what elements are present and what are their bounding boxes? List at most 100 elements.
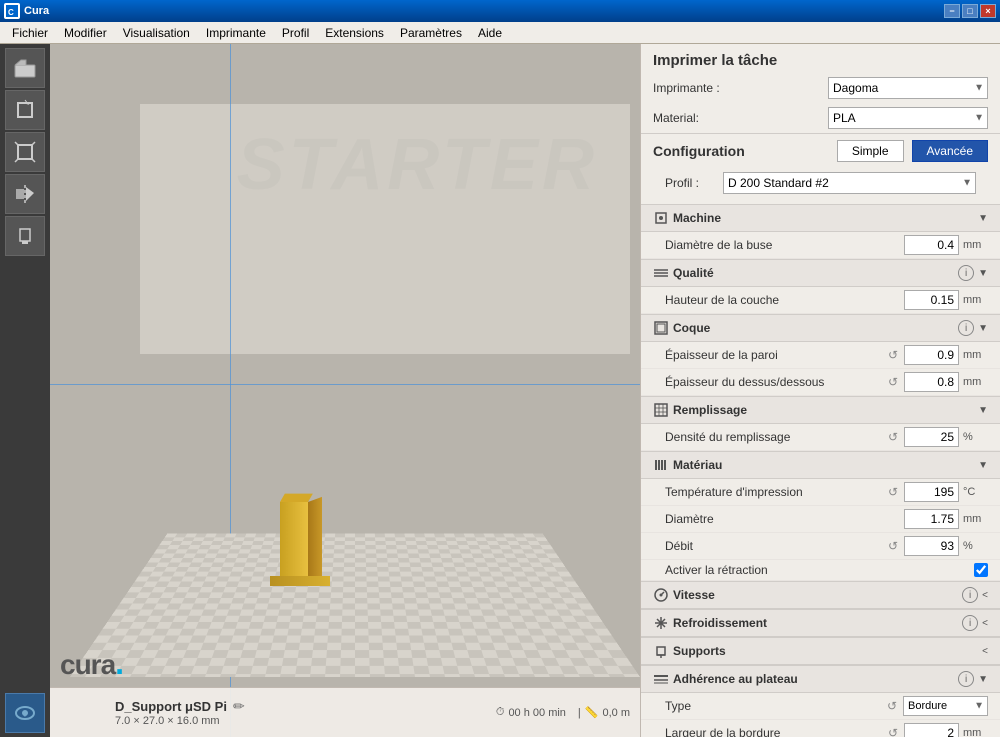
time-icon: ⏱ xyxy=(496,706,505,719)
printer-label: Imprimante : xyxy=(653,81,820,95)
vitesse-section-header[interactable]: Vitesse i < xyxy=(641,581,1000,609)
type-reset[interactable]: ↺ xyxy=(885,699,899,713)
coque-info-icon[interactable]: i xyxy=(958,320,974,336)
materiau-label: Matériau xyxy=(673,458,974,472)
menu-imprimante[interactable]: Imprimante xyxy=(198,24,274,42)
menu-extensions[interactable]: Extensions xyxy=(317,24,392,42)
config-label: Configuration xyxy=(653,143,829,159)
vitesse-chevron: < xyxy=(982,590,988,601)
top-bottom-reset[interactable]: ↺ xyxy=(886,375,900,389)
menu-fichier[interactable]: Fichier xyxy=(4,24,56,42)
remplissage-label: Remplissage xyxy=(673,403,974,417)
debit-reset[interactable]: ↺ xyxy=(886,539,900,553)
adherence-section-header[interactable]: Adhérence au plateau i ▼ xyxy=(641,665,1000,693)
wall-thickness-input[interactable] xyxy=(904,345,959,365)
retraction-checkbox[interactable] xyxy=(974,563,988,577)
type-select[interactable]: Bordure xyxy=(903,696,988,716)
right-panel: Imprimer la tâche Imprimante : Dagoma ▼ … xyxy=(640,44,1000,737)
type-row: Type ↺ Bordure ▼ xyxy=(641,693,1000,720)
quality-info-icon[interactable]: i xyxy=(958,265,974,281)
window-controls[interactable]: − □ × xyxy=(944,4,996,18)
materiau-section-header[interactable]: Matériau ▼ xyxy=(641,451,1000,479)
top-bottom-input[interactable] xyxy=(904,372,959,392)
open-file-btn[interactable] xyxy=(5,48,45,88)
cura-logo: cura. xyxy=(60,645,123,682)
machine-section-header[interactable]: Machine ▼ xyxy=(641,204,1000,232)
edit-icon[interactable]: ✏ xyxy=(233,698,245,715)
supports-section-header[interactable]: Supports < xyxy=(641,637,1000,665)
refroidissement-section-header[interactable]: Refroidissement i < xyxy=(641,609,1000,637)
coque-section-header[interactable]: Coque i ▼ xyxy=(641,314,1000,342)
viewport-bg: STARTER cura. xyxy=(50,44,640,737)
quality-chevron: ▼ xyxy=(978,268,988,279)
menu-parametres[interactable]: Paramètres xyxy=(392,24,470,42)
bordure-width-unit: mm xyxy=(963,727,988,737)
menu-profil[interactable]: Profil xyxy=(274,24,317,42)
debit-label: Débit xyxy=(665,539,882,553)
fill-density-row: Densité du remplissage ↺ % xyxy=(641,424,1000,451)
config-header: Configuration Simple Avancée xyxy=(653,140,988,162)
simple-btn[interactable]: Simple xyxy=(837,140,904,162)
close-btn[interactable]: × xyxy=(980,4,996,18)
layer-height-input[interactable] xyxy=(904,290,959,310)
bordure-width-label: Largeur de la bordure xyxy=(665,726,882,737)
filament-length: 0,0 m xyxy=(602,707,630,719)
bordure-width-input[interactable] xyxy=(904,723,959,737)
profil-select[interactable]: D 200 Standard #2 xyxy=(723,172,976,194)
refroidissement-info-icon[interactable]: i xyxy=(962,615,978,631)
wall-thickness-reset[interactable]: ↺ xyxy=(886,348,900,362)
time-info: ⏱ 00 h 00 min | 📏 0,0 m xyxy=(496,706,630,719)
vitesse-info-icon[interactable]: i xyxy=(962,587,978,603)
file-name: D_Support μSD Pi xyxy=(115,699,227,714)
supports-icon xyxy=(653,643,669,659)
remplissage-chevron: ▼ xyxy=(978,405,988,416)
debit-input[interactable] xyxy=(904,536,959,556)
machine-chevron: ▼ xyxy=(978,213,988,224)
refroidissement-label: Refroidissement xyxy=(673,616,958,630)
coque-icon xyxy=(653,320,669,336)
menu-modifier[interactable]: Modifier xyxy=(56,24,115,42)
printer-select[interactable]: Dagoma xyxy=(828,77,988,99)
box-base xyxy=(270,576,330,586)
print-temp-row: Température d'impression ↺ °C xyxy=(641,479,1000,506)
remplissage-section-header[interactable]: Remplissage ▼ xyxy=(641,396,1000,424)
scale-btn[interactable] xyxy=(5,132,45,172)
fill-density-input[interactable] xyxy=(904,427,959,447)
vitesse-icon xyxy=(653,587,669,603)
print-temp-reset[interactable]: ↺ xyxy=(886,485,900,499)
floor-grid xyxy=(70,533,640,677)
nozzle-diameter-input[interactable] xyxy=(904,235,959,255)
viewport[interactable]: STARTER cura. xyxy=(50,44,640,737)
maximize-btn[interactable]: □ xyxy=(962,4,978,18)
menu-aide[interactable]: Aide xyxy=(470,24,510,42)
config-section: Configuration Simple Avancée Profil : D … xyxy=(641,133,1000,204)
material-field-row: Material: PLA ▼ xyxy=(641,103,1000,133)
file-dimensions: 7.0 × 27.0 × 16.0 mm xyxy=(115,715,220,727)
layer-height-row: Hauteur de la couche mm xyxy=(641,287,1000,314)
bordure-width-reset[interactable]: ↺ xyxy=(886,726,900,737)
view-btn[interactable]: ▼ xyxy=(5,693,45,733)
layer-height-unit: mm xyxy=(963,294,988,306)
top-bottom-unit: mm xyxy=(963,376,988,388)
print-temp-input[interactable] xyxy=(904,482,959,502)
menu-visualisation[interactable]: Visualisation xyxy=(115,24,198,42)
quality-section-header[interactable]: Qualité i ▼ xyxy=(641,259,1000,287)
diameter-input[interactable] xyxy=(904,509,959,529)
nozzle-diameter-row: Diamètre de la buse mm xyxy=(641,232,1000,259)
material-select[interactable]: PLA xyxy=(828,107,988,129)
support-btn[interactable] xyxy=(5,216,45,256)
supports-label: Supports xyxy=(673,644,978,658)
menu-bar: Fichier Modifier Visualisation Imprimant… xyxy=(0,22,1000,44)
retraction-row: Activer la rétraction xyxy=(641,560,1000,581)
minimize-btn[interactable]: − xyxy=(944,4,960,18)
advanced-btn[interactable]: Avancée xyxy=(912,140,988,162)
materiau-icon xyxy=(653,457,669,473)
mirror-btn[interactable] xyxy=(5,174,45,214)
rotate-btn[interactable] xyxy=(5,90,45,130)
layer-height-label: Hauteur de la couche xyxy=(665,293,900,307)
adherence-info-icon[interactable]: i xyxy=(958,671,974,687)
fill-density-reset[interactable]: ↺ xyxy=(886,430,900,444)
app-icon: C xyxy=(4,3,20,19)
debit-unit: % xyxy=(963,540,988,552)
material-label: Material: xyxy=(653,111,820,125)
